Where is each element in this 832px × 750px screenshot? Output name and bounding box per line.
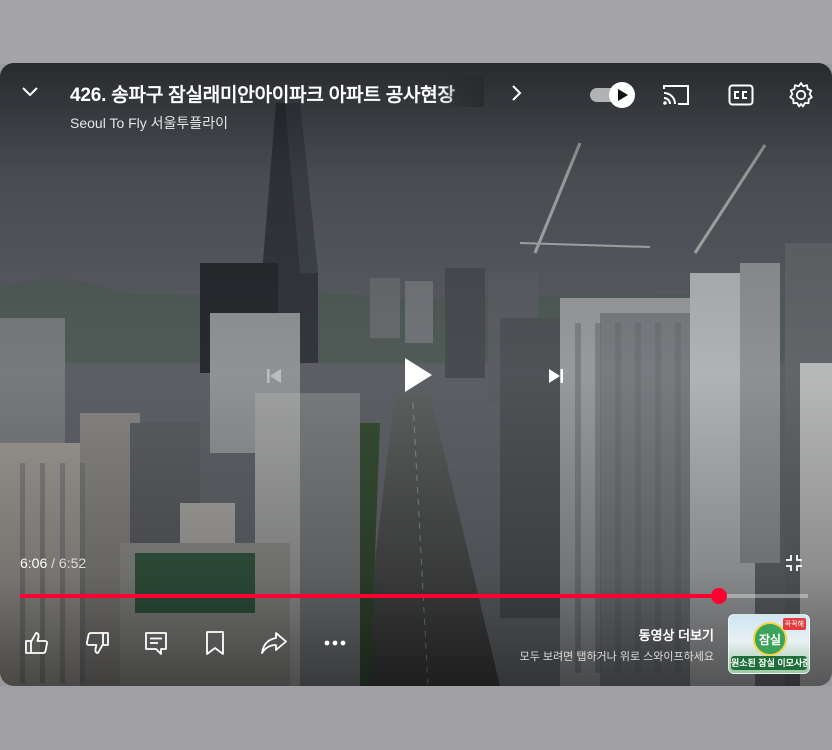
more-videos-hint: 모두 보려면 탭하거나 위로 스와이프하세요 (519, 651, 714, 663)
chevron-right-icon[interactable] (502, 79, 530, 107)
progress-bar[interactable] (20, 588, 808, 604)
bookmark-icon[interactable] (198, 626, 232, 660)
thumbnail-badge: 꼭꼭해 (782, 618, 806, 630)
current-time: 6:06 (20, 555, 48, 571)
thumbnail-logo: 잠실 (753, 622, 787, 656)
time-display: 6:06 / 6:52 (20, 555, 86, 571)
title-fade (440, 77, 484, 107)
skip-next-icon[interactable] (540, 360, 572, 392)
more-videos-prompt[interactable]: 동영상 더보기 모두 보려면 탭하거나 위로 스와이프하세요 (520, 625, 714, 664)
thumbs-up-icon[interactable] (20, 626, 54, 660)
thumbnail-caption: 원소된 잠실 이모사준 (731, 656, 807, 670)
progress-played (20, 594, 719, 598)
comment-icon[interactable] (139, 626, 173, 660)
page-backdrop-bottom (0, 686, 832, 750)
autoplay-toggle-icon (609, 82, 635, 108)
gear-icon[interactable] (784, 79, 818, 111)
video-title[interactable]: 426. 송파구 잠실래미안아이파크 아파트 공사현장 (70, 80, 480, 107)
exit-fullscreen-icon[interactable] (782, 551, 806, 575)
thumbs-down-icon[interactable] (80, 626, 114, 660)
more-horizontal-icon[interactable] (318, 626, 352, 660)
video-player[interactable]: 426. 송파구 잠실래미안아이파크 아파트 공사현장 Seoul To Fly… (0, 63, 832, 686)
channel-name[interactable]: Seoul To Fly 서울투플라이 (70, 113, 228, 133)
next-video-thumbnail[interactable]: 잠실 꼭꼭해 원소된 잠실 이모사준 (728, 614, 810, 674)
more-videos-heading: 동영상 더보기 (638, 628, 714, 643)
page-backdrop-top (0, 0, 832, 64)
share-icon[interactable] (257, 626, 291, 660)
cast-icon[interactable] (659, 80, 693, 110)
time-separator: / (51, 555, 56, 571)
progress-scrubber[interactable] (710, 588, 727, 604)
cc-icon[interactable] (724, 80, 758, 110)
chevron-down-icon[interactable] (14, 75, 46, 107)
duration: 6:52 (58, 555, 87, 571)
play-icon[interactable] (394, 350, 442, 400)
autoplay-toggle[interactable] (590, 82, 636, 108)
skip-previous-icon[interactable] (258, 360, 290, 392)
